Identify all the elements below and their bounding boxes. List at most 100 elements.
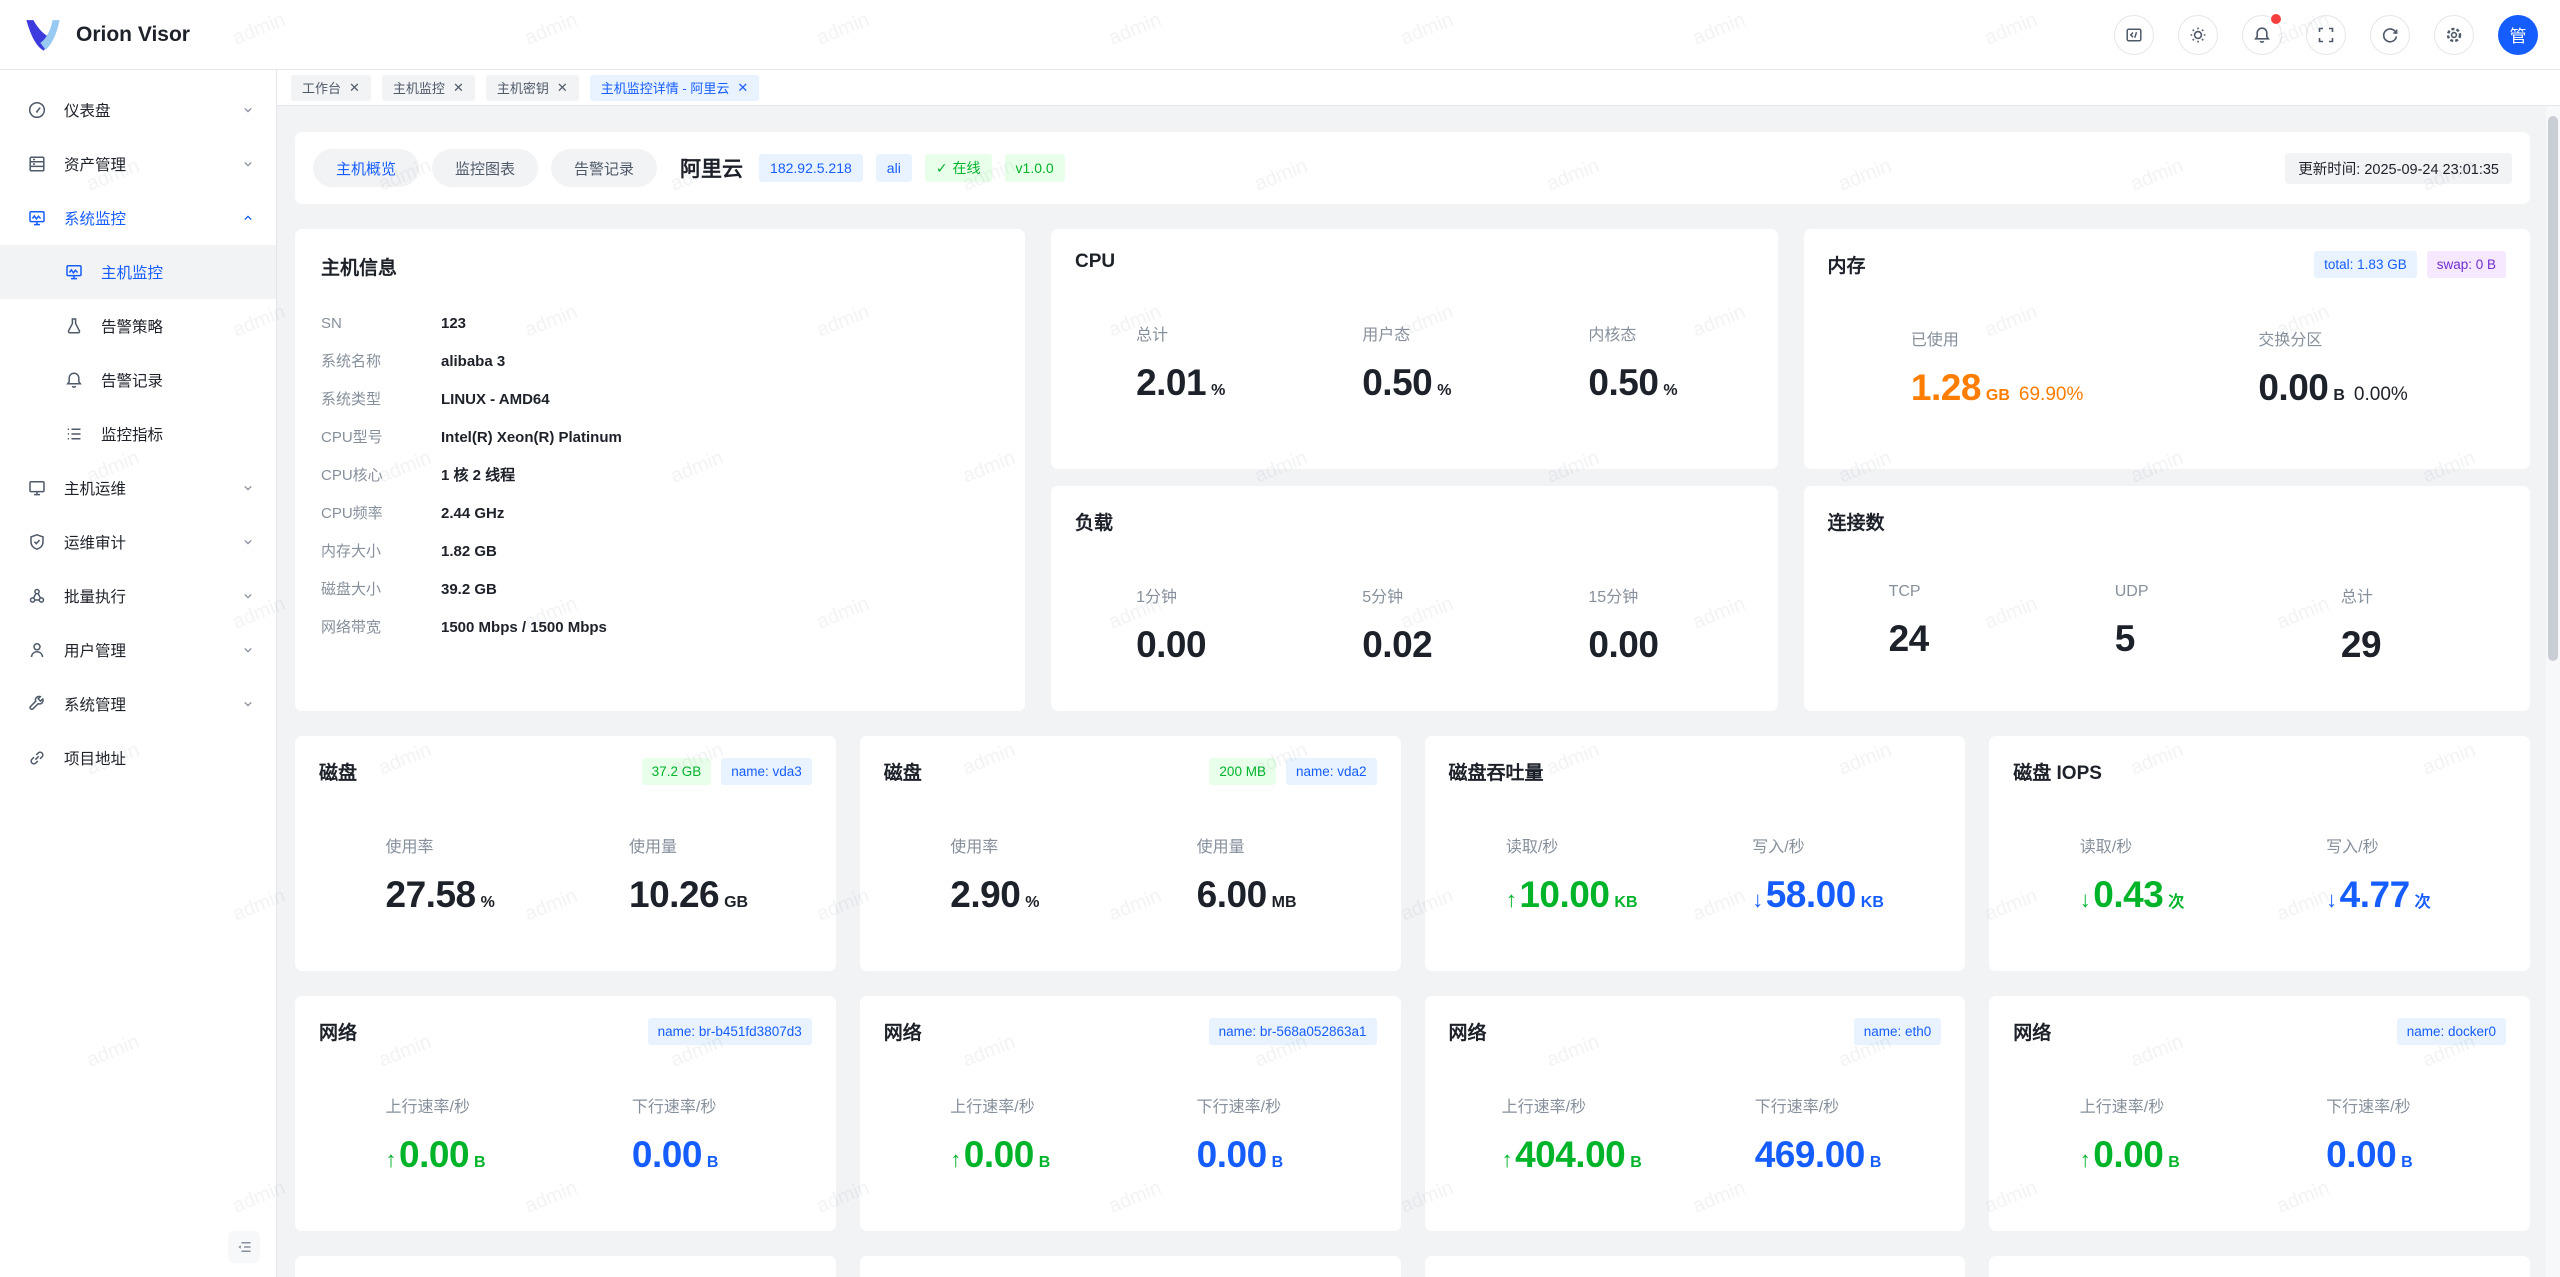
sidebar-item-dashboard[interactable]: 仪表盘 — [0, 83, 276, 137]
sidebar-item-host-monitor[interactable]: 主机监控 — [0, 245, 276, 299]
close-icon[interactable]: ✕ — [737, 80, 748, 96]
chevron-down-icon — [240, 696, 256, 712]
sidebar-item-system-mgmt[interactable]: 系统管理 — [0, 677, 276, 731]
sidebar-item-label: 告警策略 — [101, 315, 256, 337]
close-icon[interactable]: ✕ — [453, 80, 464, 96]
fullscreen-button[interactable] — [2306, 15, 2346, 55]
chevron-down-icon — [240, 588, 256, 604]
disk-size-badge: 200 MB — [1209, 758, 1276, 785]
network-card-eth0: 网络 name: eth0 上行速率/秒↑404.00B 下行速率/秒469.0… — [1425, 996, 1966, 1231]
avatar[interactable]: 管 — [2498, 15, 2538, 55]
chevron-down-icon — [240, 480, 256, 496]
tab-host-keys[interactable]: 主机密钥✕ — [486, 75, 579, 101]
info-row: CPU频率2.44 GHz — [321, 502, 999, 525]
load-card: 负载 1分钟0.00 5分钟0.02 15分钟0.00 — [1051, 486, 1778, 711]
sidebar-item-ops-audit[interactable]: 运维审计 — [0, 515, 276, 569]
assets-icon — [27, 154, 47, 174]
pill-monitor-charts[interactable]: 监控图表 — [432, 149, 538, 187]
vertical-scrollbar — [2546, 106, 2560, 1277]
info-row: 系统名称alibaba 3 — [321, 350, 999, 373]
fullscreen-icon — [2316, 25, 2336, 45]
theme-toggle-button[interactable] — [2178, 15, 2218, 55]
check-icon: ✓ — [936, 160, 948, 177]
sidebar-item-metrics[interactable]: 监控指标 — [0, 407, 276, 461]
sidebar-item-project-link[interactable]: 项目地址 — [0, 731, 276, 785]
down-arrow-icon: ↓ — [2080, 887, 2091, 913]
host-version-badge: v1.0.0 — [1005, 154, 1065, 182]
user-icon — [27, 640, 47, 660]
network-name-badge: name: docker0 — [2397, 1018, 2506, 1045]
pill-alarm-records[interactable]: 告警记录 — [551, 149, 657, 187]
sidebar-item-user-mgmt[interactable]: 用户管理 — [0, 623, 276, 677]
sidebar-item-batch-exec[interactable]: 批量执行 — [0, 569, 276, 623]
settings-button[interactable] — [2434, 15, 2474, 55]
memory-total-badge: total: 1.83 GB — [2314, 251, 2417, 278]
disk-size-badge: 37.2 GB — [642, 758, 712, 785]
host-monitor-icon — [64, 262, 84, 282]
sidebar-item-host-ops[interactable]: 主机运维 — [0, 461, 276, 515]
network-card-docker0: 网络 name: docker0 上行速率/秒↑0.00B 下行速率/秒0.00… — [1989, 996, 2530, 1231]
flask-icon — [64, 316, 84, 336]
sidebar-item-label: 项目地址 — [64, 747, 256, 769]
partial-card: 网络 — [1425, 1256, 1966, 1277]
cpu-card: CPU 总计2.01% 用户态0.50% 内核态0.50% — [1051, 229, 1778, 469]
code-window-button[interactable] — [2114, 15, 2154, 55]
notification-dot — [2271, 14, 2281, 24]
network-card-br2: 网络 name: br-568a052863a1 上行速率/秒↑0.00B 下行… — [860, 996, 1401, 1231]
info-row: CPU型号Intel(R) Xeon(R) Platinum — [321, 426, 999, 449]
host-header-card: 主机概览 监控图表 告警记录 阿里云 182.92.5.218 ali ✓在线 … — [295, 132, 2530, 204]
info-row: 磁盘大小39.2 GB — [321, 578, 999, 601]
network-name-badge: name: eth0 — [1854, 1018, 1942, 1045]
down-arrow-icon: ↓ — [1752, 887, 1763, 913]
network-name-badge: name: br-568a052863a1 — [1209, 1018, 1377, 1045]
info-row: 网络带宽1500 Mbps / 1500 Mbps — [321, 616, 999, 639]
chevron-down-icon — [240, 156, 256, 172]
wrench-icon — [27, 694, 47, 714]
info-row: 系统类型LINUX - AMD64 — [321, 388, 999, 411]
refresh-button[interactable] — [2370, 15, 2410, 55]
tab-label: 工作台 — [302, 78, 341, 97]
tab-host-monitor[interactable]: 主机监控✕ — [382, 75, 475, 101]
tab-host-monitor-detail[interactable]: 主机监控详情 - 阿里云 ✕ — [590, 75, 759, 101]
up-arrow-icon: ↑ — [1506, 887, 1517, 913]
tab-label: 主机监控详情 - 阿里云 — [601, 78, 730, 97]
chevron-down-icon — [240, 102, 256, 118]
chevron-down-icon — [240, 642, 256, 658]
refresh-icon — [2380, 25, 2400, 45]
disk-card-vda2: 磁盘 200 MB name: vda2 使用率2.90% 使用量6.00MB — [860, 736, 1401, 971]
sidebar-collapse-button[interactable] — [228, 1231, 260, 1263]
connections-card: 连接数 TCP24 UDP5 总计29 — [1804, 486, 2531, 711]
partial-card: 网络 — [860, 1256, 1401, 1277]
pill-host-overview[interactable]: 主机概览 — [313, 149, 419, 187]
sidebar-item-label: 用户管理 — [64, 639, 240, 661]
bell-icon — [64, 370, 84, 390]
sidebar-item-label: 系统管理 — [64, 693, 240, 715]
partial-card: 网络 — [295, 1256, 836, 1277]
host-title: 阿里云 — [680, 153, 743, 183]
sidebar-item-alarm-records[interactable]: 告警记录 — [0, 353, 276, 407]
info-row: CPU核心1 核 2 线程 — [321, 464, 999, 487]
desktop-icon — [27, 478, 47, 498]
disk-name-badge: name: vda3 — [721, 758, 812, 785]
app-logo[interactable]: Orion Visor — [22, 17, 190, 53]
sidebar-item-system-monitor[interactable]: 系统监控 — [0, 191, 276, 245]
notifications-button[interactable] — [2242, 15, 2282, 55]
sidebar-item-alarm-policy[interactable]: 告警策略 — [0, 299, 276, 353]
tab-workbench[interactable]: 工作台 ✕ — [291, 75, 371, 101]
gear-icon — [2444, 25, 2464, 45]
scrollbar-thumb[interactable] — [2548, 116, 2558, 661]
card-title: 主机信息 — [321, 253, 999, 280]
disk-throughput-card: 磁盘吞吐量 读取/秒↑10.00KB 写入/秒↓58.00KB — [1425, 736, 1966, 971]
chevron-down-icon — [240, 534, 256, 550]
shield-check-icon — [27, 532, 47, 552]
close-icon[interactable]: ✕ — [557, 80, 568, 96]
memory-swap-badge: swap: 0 B — [2427, 251, 2506, 278]
bell-icon — [2252, 25, 2272, 45]
close-icon[interactable]: ✕ — [349, 80, 360, 96]
tabbar: 工作台 ✕ 主机监控✕ 主机密钥✕ 主机监控详情 - 阿里云 ✕ — [277, 70, 2560, 106]
cluster-icon — [27, 586, 47, 606]
sidebar-item-assets[interactable]: 资产管理 — [0, 137, 276, 191]
sidebar-item-label: 系统监控 — [64, 207, 240, 229]
network-name-badge: name: br-b451fd3807d3 — [648, 1018, 812, 1045]
list-icon — [64, 424, 84, 444]
